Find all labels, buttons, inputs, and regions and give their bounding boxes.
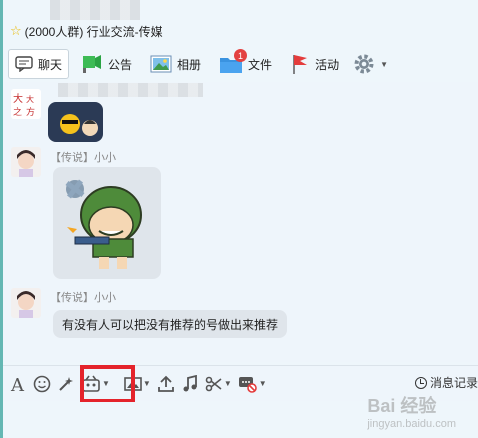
svg-text:之: 之	[13, 106, 22, 118]
chevron-down-icon: ▼	[223, 379, 232, 388]
settings-menu-button[interactable]: ▼	[351, 49, 390, 79]
avatar[interactable]: 大大之方	[11, 89, 41, 119]
group-title-bar: ☆ (2000人群) 行业交流-传媒	[10, 22, 163, 40]
message-history-button[interactable]: 消息记录	[414, 374, 478, 391]
tab-announcement-label: 公告	[108, 57, 133, 72]
blurred-area	[50, 0, 140, 20]
screenshot-scissors-icon[interactable]: ▼	[205, 375, 232, 393]
announcement-icon	[81, 54, 103, 74]
avatar[interactable]	[11, 288, 41, 318]
tab-files-label: 文件	[248, 57, 273, 72]
tab-album-label: 相册	[177, 57, 202, 72]
music-icon[interactable]	[181, 374, 199, 393]
emoji-icon[interactable]	[33, 375, 51, 393]
svg-text:大: 大	[26, 94, 34, 104]
text-message[interactable]: 有没有人可以把没有推荐的号做出来推荐	[53, 310, 288, 338]
flag-icon	[290, 53, 310, 75]
star-icon: ☆	[10, 23, 22, 38]
files-badge: 1	[234, 49, 248, 62]
chevron-down-icon: ▼	[142, 379, 151, 388]
image-message[interactable]	[48, 102, 103, 142]
tab-chat-label: 聊天	[38, 57, 63, 72]
tab-activity[interactable]: 活动	[284, 49, 345, 79]
group-tabs: 聊天 公告 相册 1 文件 活动 ▼	[8, 47, 478, 81]
upload-icon[interactable]	[157, 375, 175, 393]
avatar[interactable]	[11, 147, 41, 177]
message-sender: 【传说】小小	[50, 152, 116, 164]
sticker-message[interactable]	[53, 167, 161, 279]
tab-chat[interactable]: 聊天	[8, 49, 70, 79]
watermark-sub: jingyan.baidu.com	[367, 418, 456, 430]
chat-area[interactable]: 大大之方 【传说】小小 【传说】小小 有没有人可以把没有推荐的号做出来推荐	[3, 82, 478, 362]
tab-files[interactable]: 1 文件	[213, 49, 278, 79]
chevron-down-icon: ▼	[258, 379, 267, 388]
svg-text:大: 大	[13, 92, 23, 105]
folder-icon: 1	[219, 49, 248, 74]
annotation-highlight-box	[80, 365, 135, 403]
font-icon[interactable]: A	[9, 375, 27, 393]
tab-album[interactable]: 相册	[144, 49, 207, 79]
chat-icon	[15, 56, 33, 72]
group-title: (2000人群) 行业交流-传媒	[24, 24, 163, 39]
message-sender: 【传说】小小	[50, 292, 116, 304]
soldier-sticker	[65, 179, 142, 269]
svg-text:方: 方	[26, 106, 35, 118]
album-icon	[150, 55, 172, 73]
watermark: Bai 经验 jingyan.baidu.com	[367, 392, 456, 430]
message-history-label: 消息记录	[429, 376, 478, 390]
block-message-icon[interactable]: ▼	[238, 375, 267, 393]
chevron-down-icon: ▼	[380, 59, 388, 69]
gear-icon	[353, 53, 375, 75]
magic-emoticon-icon[interactable]	[57, 375, 75, 393]
svg-text:A: A	[10, 375, 25, 393]
blurred-sender-name	[58, 83, 203, 97]
tab-announcement[interactable]: 公告	[75, 49, 138, 79]
watermark-text: Bai 经验	[367, 396, 437, 416]
clock-icon	[414, 376, 427, 389]
tab-activity-label: 活动	[315, 57, 340, 72]
